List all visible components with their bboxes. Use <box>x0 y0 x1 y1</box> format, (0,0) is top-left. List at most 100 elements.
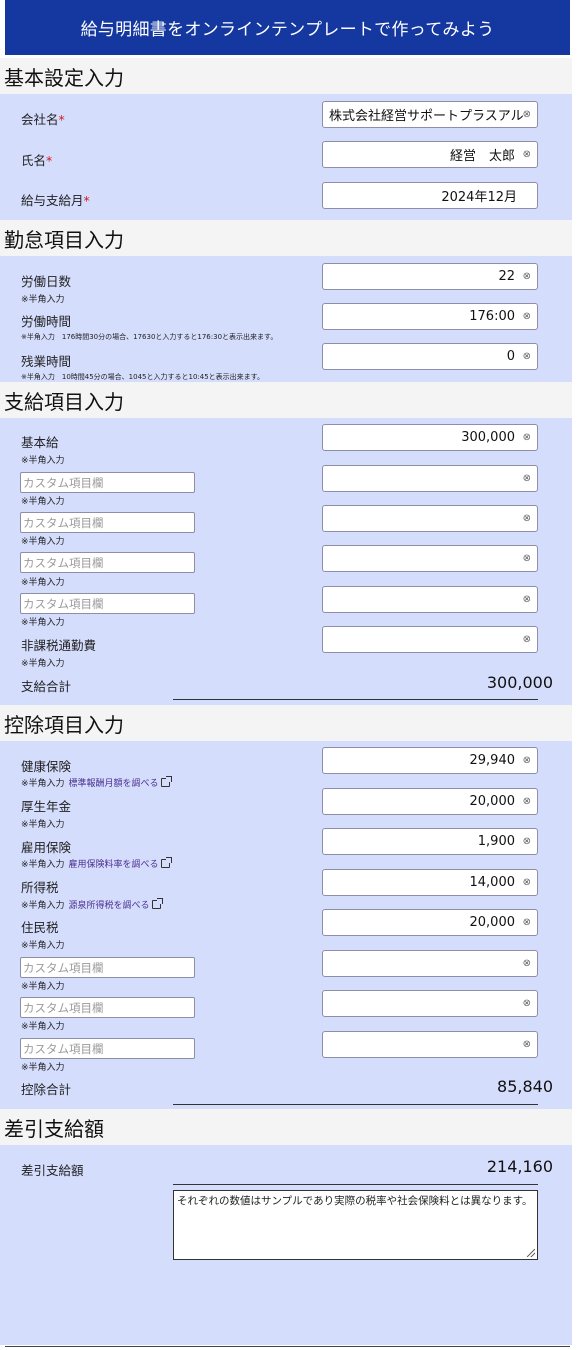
custom-value-input[interactable]: ⊗ <box>322 586 538 613</box>
net-pay-underline <box>173 1184 538 1185</box>
custom-note: ※半角入力 <box>21 578 65 588</box>
income-tax-note: ※半角入力 源泉所得税を調べる <box>21 898 163 911</box>
custom-value-input[interactable]: ⊗ <box>322 990 538 1017</box>
name-input[interactable]: 経営 太郎 ⊗ <box>322 141 538 168</box>
custom-value-input[interactable]: ⊗ <box>322 505 538 532</box>
commute-input[interactable]: ⊗ <box>322 626 538 653</box>
days-input[interactable]: 22 ⊗ <box>322 263 538 290</box>
month-input[interactable]: 2024年12月 <box>322 182 538 209</box>
section-title-attendance: 勤怠項目入力 <box>0 220 572 256</box>
overtime-value: 0 <box>506 349 515 364</box>
clear-icon[interactable]: ⊗ <box>523 311 531 322</box>
name-label: 氏名* <box>21 153 53 168</box>
external-link-icon[interactable] <box>160 776 172 787</box>
clear-icon[interactable]: ⊗ <box>523 796 531 807</box>
remarks-textarea[interactable]: それぞれの数値はサンプルであり実際の税率や社会保険料とは異なります。 <box>173 1190 538 1260</box>
clear-icon[interactable]: ⊗ <box>523 149 531 160</box>
clear-icon[interactable]: ⊗ <box>523 109 531 120</box>
resize-grip-icon[interactable] <box>527 1249 535 1257</box>
section-title-net: 差引支給額 <box>0 1109 572 1145</box>
section-title-basic: 基本設定入力 <box>0 58 572 94</box>
standard-monthly-link[interactable]: 標準報酬月額を調べる <box>69 779 159 789</box>
custom-item-input[interactable]: カスタム項目欄 <box>20 593 195 614</box>
base-salary-label: 基本給 <box>21 435 59 450</box>
clear-icon[interactable]: ⊗ <box>523 351 531 362</box>
net-pay-label: 差引支給額 <box>21 1163 84 1178</box>
external-link-icon[interactable] <box>160 857 172 868</box>
deduction-total-underline <box>173 1104 538 1105</box>
page-title: 給与明細書をオンラインテンプレートで作ってみよう <box>80 20 495 40</box>
custom-item-input[interactable]: カスタム項目欄 <box>20 472 195 493</box>
clear-icon[interactable]: ⊗ <box>523 634 531 645</box>
employment-rate-link[interactable]: 雇用保険料率を調べる <box>69 860 159 870</box>
page-header: 給与明細書をオンラインテンプレートで作ってみよう <box>5 0 570 55</box>
resident-tax-value: 20,000 <box>469 915 516 930</box>
clear-icon[interactable]: ⊗ <box>523 998 531 1009</box>
clear-icon[interactable]: ⊗ <box>523 271 531 282</box>
custom-note: ※半角入力 <box>21 618 65 628</box>
base-salary-input[interactable]: 300,000 ⊗ <box>322 424 538 451</box>
clear-icon[interactable]: ⊗ <box>523 432 531 443</box>
pension-note: ※半角入力 <box>21 820 65 830</box>
pension-value: 20,000 <box>469 794 516 809</box>
custom-note: ※半角入力 <box>21 537 65 547</box>
company-input[interactable]: 株式会社経営サポートプラスアル ⊗ <box>322 101 538 128</box>
clear-icon[interactable]: ⊗ <box>523 513 531 524</box>
clear-icon[interactable]: ⊗ <box>523 917 531 928</box>
custom-item-input[interactable]: カスタム項目欄 <box>20 552 195 573</box>
bottom-divider <box>5 1346 570 1347</box>
clear-icon[interactable]: ⊗ <box>523 836 531 847</box>
hours-value: 176:00 <box>469 309 515 324</box>
remarks-text: それぞれの数値はサンプルであり実際の税率や社会保険料とは異なります。 <box>177 1195 533 1207</box>
hours-note: ※半角入力 176時間30分の場合、17630と入力すると176:30と表示出来… <box>21 333 278 341</box>
clear-icon[interactable]: ⊗ <box>523 877 531 888</box>
hours-input[interactable]: 176:00 ⊗ <box>322 303 538 330</box>
employment-insurance-input[interactable]: 1,900 ⊗ <box>322 828 538 855</box>
custom-note: ※半角入力 <box>21 1022 65 1032</box>
resident-tax-label: 住民税 <box>21 920 59 935</box>
resident-tax-input[interactable]: 20,000 ⊗ <box>322 909 538 936</box>
resident-tax-note: ※半角入力 <box>21 941 65 951</box>
clear-icon[interactable]: ⊗ <box>523 553 531 564</box>
section-title-payment: 支給項目入力 <box>0 382 572 418</box>
custom-note: ※半角入力 <box>21 497 65 507</box>
payment-total-label: 支給合計 <box>21 679 72 694</box>
custom-value-input[interactable]: ⊗ <box>322 545 538 572</box>
employment-insurance-label: 雇用保険 <box>21 840 72 855</box>
custom-item-input[interactable]: カスタム項目欄 <box>20 997 195 1018</box>
income-tax-input[interactable]: 14,000 ⊗ <box>322 869 538 896</box>
health-insurance-input[interactable]: 29,940 ⊗ <box>322 747 538 774</box>
clear-icon[interactable]: ⊗ <box>523 594 531 605</box>
payment-total-value: 300,000 <box>486 673 553 692</box>
custom-item-input[interactable]: カスタム項目欄 <box>20 512 195 533</box>
withholding-tax-link[interactable]: 源泉所得税を調べる <box>69 901 150 911</box>
base-salary-value: 300,000 <box>461 430 515 445</box>
overtime-input[interactable]: 0 ⊗ <box>322 343 538 370</box>
required-mark: * <box>83 193 90 208</box>
overtime-label: 残業時間 <box>21 354 72 369</box>
custom-value-input[interactable]: ⊗ <box>322 465 538 492</box>
month-label: 給与支給月* <box>21 193 90 208</box>
clear-icon[interactable]: ⊗ <box>523 755 531 766</box>
custom-item-input[interactable]: カスタム項目欄 <box>20 957 195 978</box>
external-link-icon[interactable] <box>151 898 163 909</box>
custom-note: ※半角入力 <box>21 1063 65 1073</box>
pension-input[interactable]: 20,000 ⊗ <box>322 788 538 815</box>
commute-label: 非課税通勤費 <box>21 638 97 653</box>
base-salary-note: ※半角入力 <box>21 456 65 466</box>
deduction-total-label: 控除合計 <box>21 1082 72 1097</box>
custom-item-input[interactable]: カスタム項目欄 <box>20 1038 195 1059</box>
custom-note: ※半角入力 <box>21 982 65 992</box>
income-tax-label: 所得税 <box>21 880 59 895</box>
clear-icon[interactable]: ⊗ <box>523 1039 531 1050</box>
section-title-deduction: 控除項目入力 <box>0 705 572 741</box>
required-mark: * <box>46 153 53 168</box>
custom-value-input[interactable]: ⊗ <box>322 950 538 977</box>
required-mark: * <box>58 112 65 127</box>
month-value: 2024年12月 <box>441 190 517 205</box>
clear-icon[interactable]: ⊗ <box>523 958 531 969</box>
clear-icon[interactable]: ⊗ <box>523 473 531 484</box>
custom-value-input[interactable]: ⊗ <box>322 1031 538 1058</box>
days-value: 22 <box>498 269 515 284</box>
health-insurance-value: 29,940 <box>469 753 516 768</box>
